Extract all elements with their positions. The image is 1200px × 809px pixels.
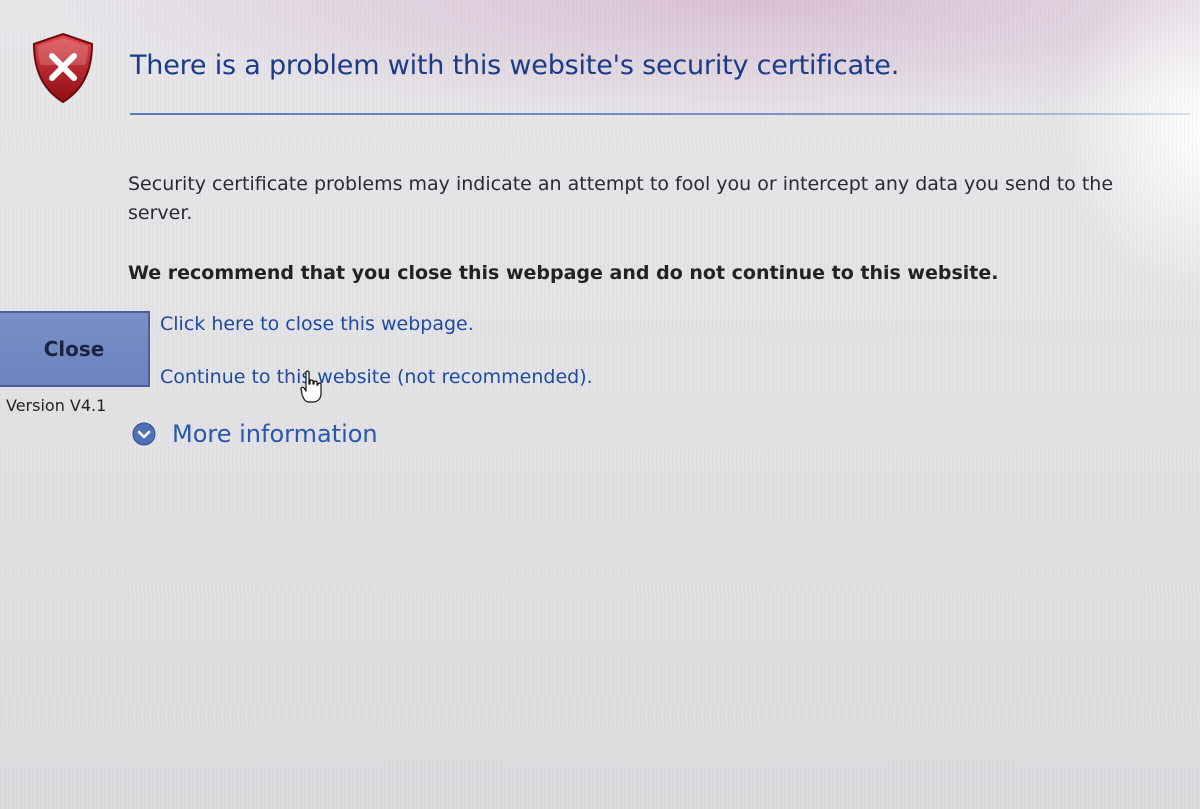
close-button[interactable]: Close <box>0 311 150 387</box>
screen-texture <box>0 0 1200 809</box>
page-title: There is a problem with this website's s… <box>130 50 900 81</box>
warning-description: Security certificate problems may indica… <box>128 173 1114 224</box>
shield-error-icon <box>32 32 94 104</box>
more-information-label: More information <box>172 420 378 448</box>
version-label: Version V4.1 <box>6 396 107 415</box>
close-webpage-link[interactable]: Click here to close this webpage. <box>160 313 474 335</box>
more-information-toggle[interactable]: More information <box>132 420 378 448</box>
continue-to-website-link[interactable]: Continue to this website (not recommende… <box>160 366 593 388</box>
title-divider <box>130 113 1190 115</box>
recommendation-text: We recommend that you close this webpage… <box>128 262 999 284</box>
chevron-down-circle-icon <box>132 422 156 446</box>
